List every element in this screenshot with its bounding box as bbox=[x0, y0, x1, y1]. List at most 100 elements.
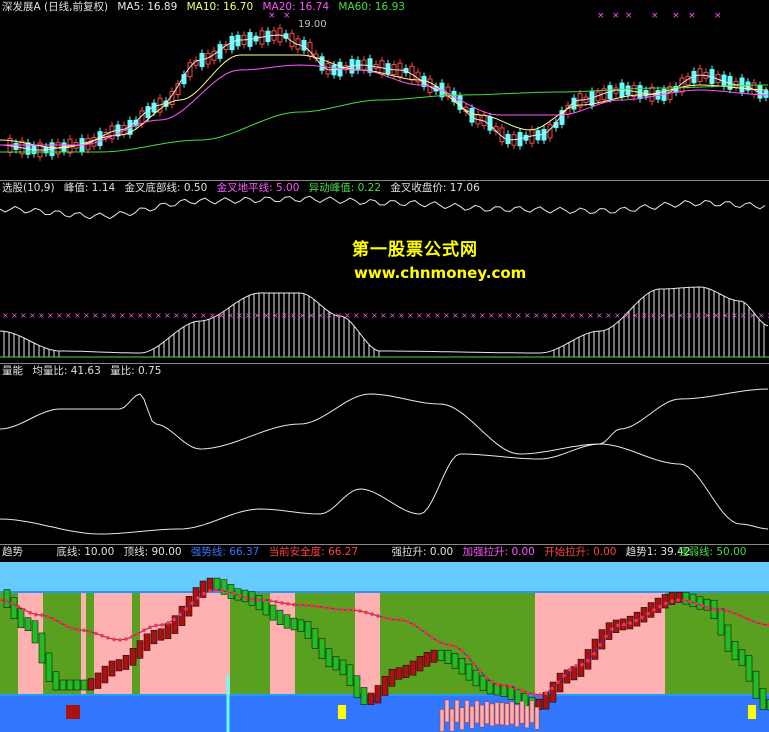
trend-step bbox=[717, 608, 725, 636]
x-mark: × bbox=[164, 311, 171, 320]
trend-step bbox=[752, 670, 760, 699]
safety-dot bbox=[604, 634, 608, 639]
x-mark: × bbox=[632, 311, 639, 320]
trend-step bbox=[745, 655, 753, 682]
trend-step bbox=[416, 656, 424, 672]
qushi-panel[interactable]: 趋势 底线: 10.00 顶线: 90.00 强势线: 66.37 当前安全度:… bbox=[0, 545, 769, 732]
x-mark: × bbox=[407, 311, 414, 320]
safety-dot bbox=[208, 589, 212, 593]
safety-dot bbox=[586, 659, 590, 663]
x-mark: × bbox=[714, 11, 722, 21]
x-mark: × bbox=[425, 311, 432, 320]
safety-dot bbox=[244, 595, 248, 600]
x-mark: × bbox=[497, 311, 504, 320]
x-mark: × bbox=[182, 311, 189, 320]
safety-dot bbox=[430, 635, 434, 640]
x-mark: × bbox=[688, 11, 696, 21]
safety-dot bbox=[712, 607, 716, 612]
x-mark: × bbox=[137, 311, 144, 320]
safety-dot bbox=[502, 683, 506, 688]
x-mark: × bbox=[479, 311, 486, 320]
x-mark: × bbox=[704, 311, 711, 320]
safety-dot bbox=[688, 599, 692, 604]
x-mark: × bbox=[371, 311, 378, 320]
safety-dot bbox=[262, 598, 266, 602]
trend-step bbox=[164, 623, 172, 640]
trend-band bbox=[390, 593, 535, 695]
bottom-bar bbox=[509, 701, 515, 725]
x-mark: × bbox=[38, 311, 45, 320]
bottom-bar bbox=[529, 700, 535, 723]
x-mark: × bbox=[191, 311, 198, 320]
safety-dot bbox=[616, 623, 620, 628]
x-mark: × bbox=[614, 311, 621, 320]
trend-step bbox=[213, 577, 221, 590]
trend-step bbox=[388, 669, 396, 687]
x-mark: × bbox=[650, 311, 657, 320]
safety-dot bbox=[460, 649, 464, 653]
x-mark: × bbox=[101, 311, 108, 320]
safety-dot bbox=[130, 635, 134, 639]
trend-step bbox=[255, 595, 263, 611]
safety-dot bbox=[508, 684, 512, 689]
x-mark: × bbox=[380, 311, 387, 320]
safety-dot bbox=[370, 612, 374, 616]
trend-step bbox=[283, 614, 291, 629]
safety-dot bbox=[250, 597, 254, 601]
bottom-bar bbox=[469, 706, 475, 729]
x-mark: × bbox=[686, 311, 693, 320]
bottom-bar bbox=[514, 704, 520, 727]
safety-dot bbox=[124, 637, 128, 641]
x-mark: × bbox=[488, 311, 495, 320]
trend-step bbox=[353, 675, 361, 698]
trend-step bbox=[276, 609, 284, 625]
x-mark: × bbox=[452, 311, 459, 320]
safety-dot bbox=[70, 626, 74, 631]
x-mark: × bbox=[416, 311, 423, 320]
x-mark: × bbox=[353, 311, 360, 320]
safety-dot bbox=[388, 617, 392, 621]
safety-dot bbox=[298, 603, 302, 607]
price-panel[interactable]: 深发展A (日线,前复权) MA5: 16.89 MA10: 16.70 MA2… bbox=[0, 0, 769, 180]
x-mark: × bbox=[335, 311, 342, 320]
trend-step bbox=[451, 653, 459, 669]
bottom-bar bbox=[534, 706, 540, 730]
x-mark: × bbox=[506, 311, 513, 320]
safety-dot bbox=[466, 655, 470, 659]
bottom-marker bbox=[72, 705, 80, 719]
safety-dot bbox=[4, 599, 8, 603]
x-mark: × bbox=[389, 311, 396, 320]
safety-dot bbox=[376, 614, 380, 618]
trend-step bbox=[59, 679, 67, 691]
safety-dot bbox=[670, 599, 674, 603]
x-mark: × bbox=[587, 311, 594, 320]
safety-dot bbox=[310, 603, 314, 608]
x-mark: × bbox=[29, 311, 36, 320]
trend-step bbox=[458, 658, 466, 675]
safety-dot bbox=[730, 610, 734, 615]
x-mark: × bbox=[281, 311, 288, 320]
bottom-bar bbox=[524, 705, 530, 729]
x-mark: × bbox=[713, 311, 720, 320]
x-mark: × bbox=[146, 311, 153, 320]
bottom-bar bbox=[464, 700, 470, 723]
trend-step bbox=[661, 594, 669, 609]
x-mark: × bbox=[597, 11, 605, 21]
liangneng-panel[interactable]: 量能 均量比: 41.63 量比: 0.75 bbox=[0, 364, 769, 544]
safety-dot bbox=[652, 608, 656, 612]
safety-dot bbox=[394, 618, 398, 622]
safety-dot bbox=[496, 683, 500, 687]
trend-step bbox=[318, 638, 326, 659]
safety-dot bbox=[532, 692, 536, 697]
trend-step bbox=[724, 624, 732, 652]
safety-dot bbox=[190, 601, 194, 605]
x-mark: × bbox=[672, 11, 680, 21]
safety-dot bbox=[694, 601, 698, 606]
x-mark: × bbox=[83, 311, 90, 320]
x-mark: × bbox=[515, 311, 522, 320]
bottom-bar bbox=[519, 700, 525, 724]
safety-dot bbox=[286, 602, 290, 606]
trend-step bbox=[31, 620, 39, 644]
x-mark: × bbox=[47, 311, 54, 320]
safety-dot bbox=[196, 596, 200, 600]
